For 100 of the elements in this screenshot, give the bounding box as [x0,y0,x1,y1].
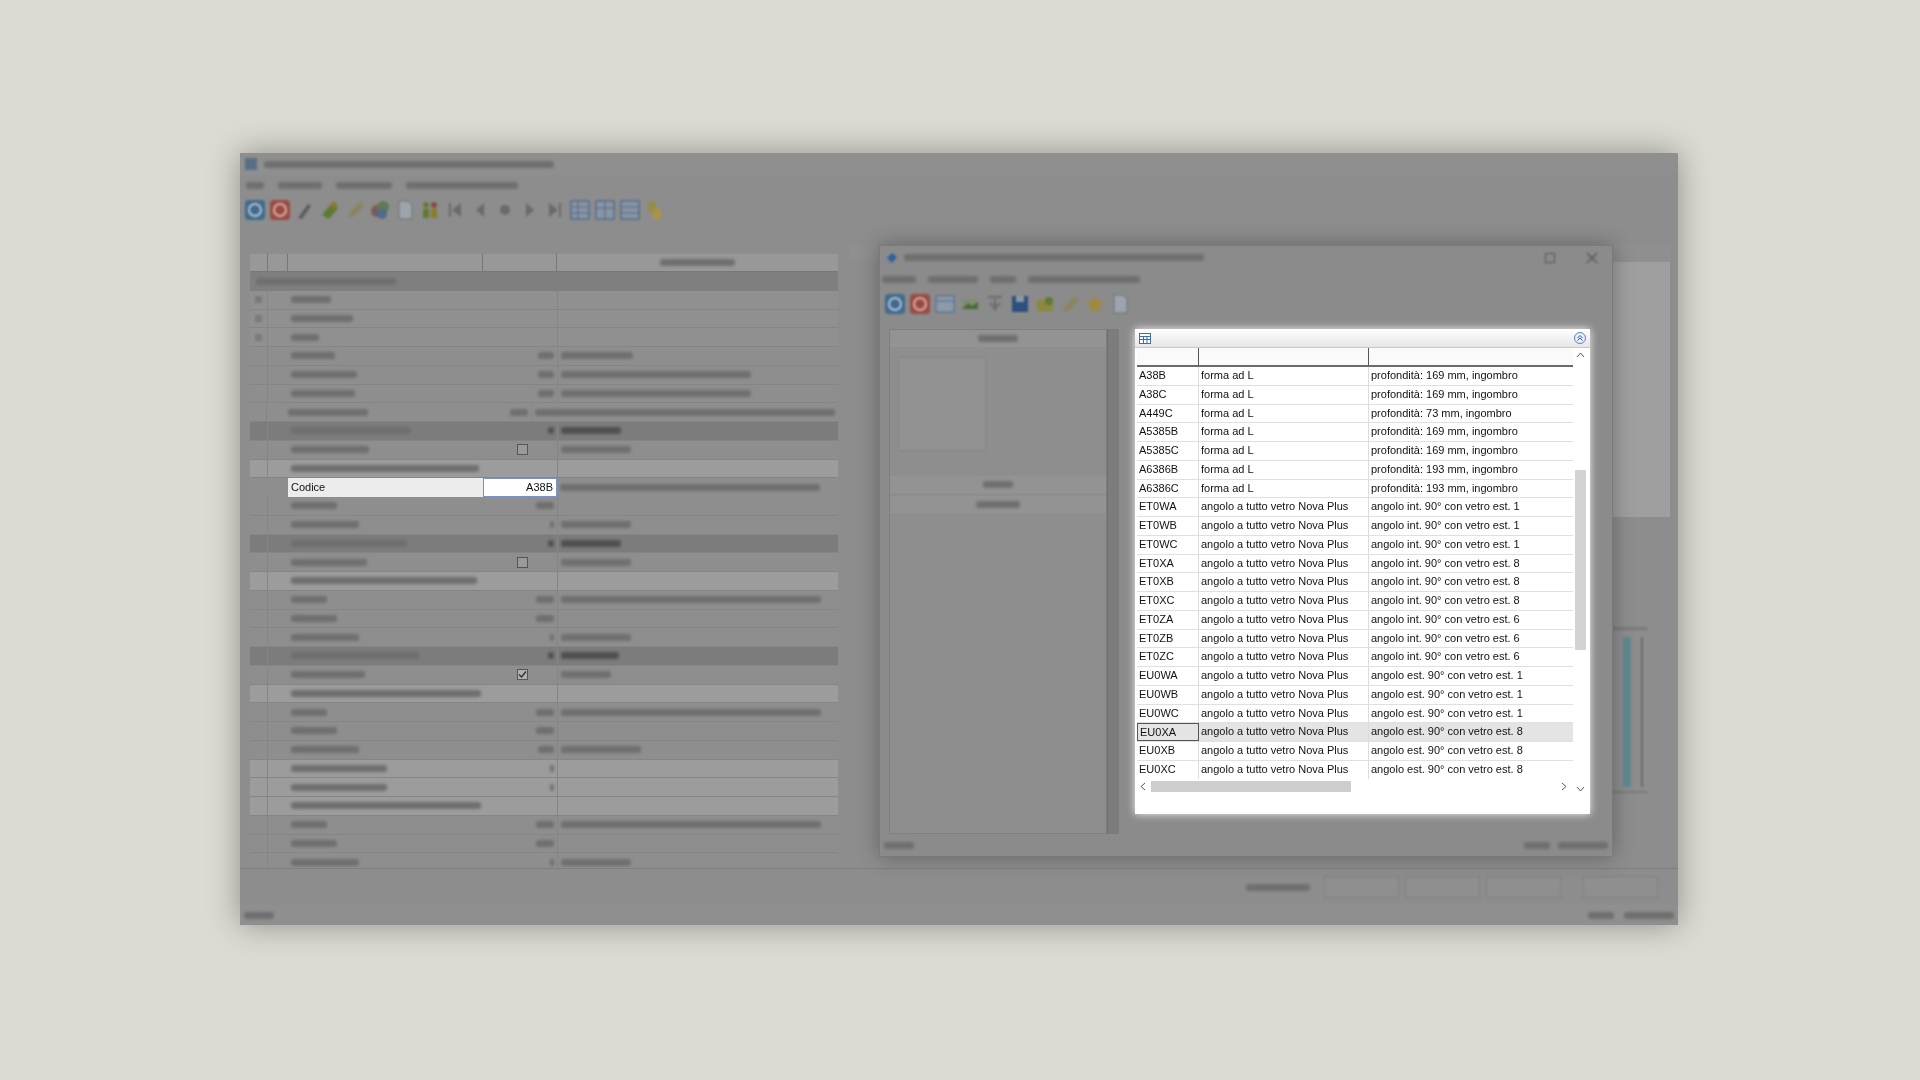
blurred-text [291,389,355,397]
table-cell: forma ad L [1199,385,1369,404]
grid-icon[interactable] [569,199,591,221]
blurred-text [336,181,392,189]
table-row[interactable]: ET0XB angolo a tutto vetro Nova Plus angolo int. 90° con vetro est. 8 [1137,573,1573,592]
scrollbar[interactable] [1107,329,1119,834]
scrollbar-thumb[interactable] [1151,781,1351,792]
table-cell-text: angolo int. 90° con vetro est. 8 [1370,593,1521,608]
blurred-text [561,352,633,360]
table-cell-text: angolo est. 90° con vetro est. 8 [1370,724,1524,740]
scroll-left-icon[interactable] [1140,782,1146,791]
blurred-text [291,521,359,529]
blurred-text [278,181,322,189]
table-cell: ET0ZB [1137,629,1199,648]
checkbox[interactable] [517,444,528,456]
blurred-text [291,371,357,379]
table-cell-text: angolo int. 90° con vetro est. 1 [1370,518,1521,533]
table-row[interactable]: A38B forma ad L profondità: 169 mm, ingombro [1137,367,1573,386]
blurred-text [561,427,621,435]
grid-icon[interactable] [594,199,616,221]
selected-row[interactable]: EU0XA angolo a tutto vetro Nova Plus angolo est. 90° con vetro est. 8 [1137,723,1573,742]
section-header[interactable] [890,476,1106,493]
table-cell-text: angolo est. 90° con vetro est. 8 [1370,743,1524,758]
blurred-text [536,727,554,735]
table-row[interactable]: ET0ZC angolo a tutto vetro Nova Plus angolo int. 90° con vetro est. 6 [1137,648,1573,667]
blurred-text [990,275,1016,283]
blurred-text [291,839,337,847]
puzzle-icon[interactable] [319,199,341,221]
table-cell: angolo a tutto vetro Nova Plus [1199,535,1369,554]
table-cell-text: angolo int. 90° con vetro est. 1 [1370,536,1521,552]
table-cell: angolo a tutto vetro Nova Plus [1199,592,1369,610]
blurred-text [978,335,1018,342]
table-cell: angolo a tutto vetro Nova Plus [1199,667,1369,685]
table-cell: ET0XA [1137,554,1199,573]
table-cell-text: profondità: 73 mm, ingombro [1370,405,1513,421]
scroll-right-icon[interactable] [1561,782,1567,791]
checkbox[interactable] [517,669,528,681]
blurred-text [291,746,359,754]
blurred-text [538,746,554,754]
blurred-text [538,371,554,379]
stop-icon[interactable] [909,293,931,315]
blurred-text [291,502,337,510]
table-cell: forma ad L [1199,442,1369,460]
app-icon [244,157,258,171]
table-cell: ET0ZC [1137,648,1199,666]
section-header[interactable] [890,496,1106,513]
table-row[interactable]: EU0WA angolo a tutto vetro Nova Plus angolo est. 90° con vetro est. 1 [1137,667,1573,686]
blurred-text [536,502,554,510]
blurred-text [291,333,319,341]
blurred-text [1246,883,1310,891]
collapse-icon[interactable] [1574,332,1586,344]
table-cell: A5385C [1137,442,1199,460]
table-cell: forma ad L [1199,460,1369,479]
selected-row[interactable]: Codice [288,478,483,497]
power-icon[interactable] [884,293,906,315]
code-field[interactable]: A38B [483,478,557,497]
blurred-text [510,408,528,416]
blurred-text [291,296,331,304]
blurred-text [561,633,631,641]
table-cell-text: profondità: 193 mm, ingombro [1370,461,1519,477]
table-cell: EU0XC [1137,760,1199,779]
close-icon[interactable] [1586,251,1598,264]
blurred-text [244,911,274,919]
table-cell: angolo a tutto vetro Nova Plus [1199,517,1369,535]
table-row[interactable]: A5385B forma ad L profondità: 169 mm, ingombro [1137,423,1573,442]
table-cell: EU0XA [1137,723,1199,741]
blurred-text [536,614,554,622]
scroll-down-icon[interactable] [1576,786,1585,792]
scroll-up-icon[interactable] [1576,352,1585,358]
grid-icon[interactable] [619,199,641,221]
table-cell: angolo a tutto vetro Nova Plus [1199,498,1369,516]
blurred-text [291,858,359,866]
table-row[interactable]: ET0XC angolo a tutto vetro Nova Plus angolo int. 90° con vetro est. 8 [1137,592,1573,611]
table-cell: forma ad L [1199,479,1369,498]
stop-icon[interactable] [269,199,291,221]
blurred-text [536,596,554,604]
power-icon[interactable] [244,199,266,221]
table-icon[interactable] [934,293,956,315]
table-row[interactable]: EU0XB angolo a tutto vetro Nova Plus angolo est. 90° con vetro est. 8 [1137,742,1573,761]
scrollbar-thumb[interactable] [1575,470,1586,650]
table-row[interactable]: ET0WB angolo a tutto vetro Nova Plus angolo int. 90° con vetro est. 1 [1137,517,1573,536]
table-cell: angolo a tutto vetro Nova Plus [1199,648,1369,666]
table-cell: angolo a tutto vetro Nova Plus [1199,610,1369,629]
table-cell: ET0XB [1137,573,1199,591]
table-cell-text: profondità: 169 mm, ingombro [1370,386,1519,402]
blurred-text [246,181,264,189]
blurred-text [548,652,554,660]
checkbox[interactable] [517,556,528,568]
table-row[interactable]: A5385C forma ad L profondità: 169 mm, ingombro [1137,442,1573,461]
table-cell: angolo a tutto vetro Nova Plus [1199,554,1369,573]
table-row[interactable]: ET0WA angolo a tutto vetro Nova Plus angolo int. 90° con vetro est. 1 [1137,498,1573,517]
table-cell: ET0WA [1137,498,1199,516]
star-icon[interactable] [1084,293,1106,315]
table-cell: EU0WC [1137,704,1199,723]
blurred-text [291,708,327,716]
table-cell: angolo a tutto vetro Nova Plus [1199,760,1369,779]
blurred-text [291,727,337,735]
blurred-text [291,633,359,641]
blurred-text [882,275,916,283]
globe-icon[interactable] [369,199,391,221]
